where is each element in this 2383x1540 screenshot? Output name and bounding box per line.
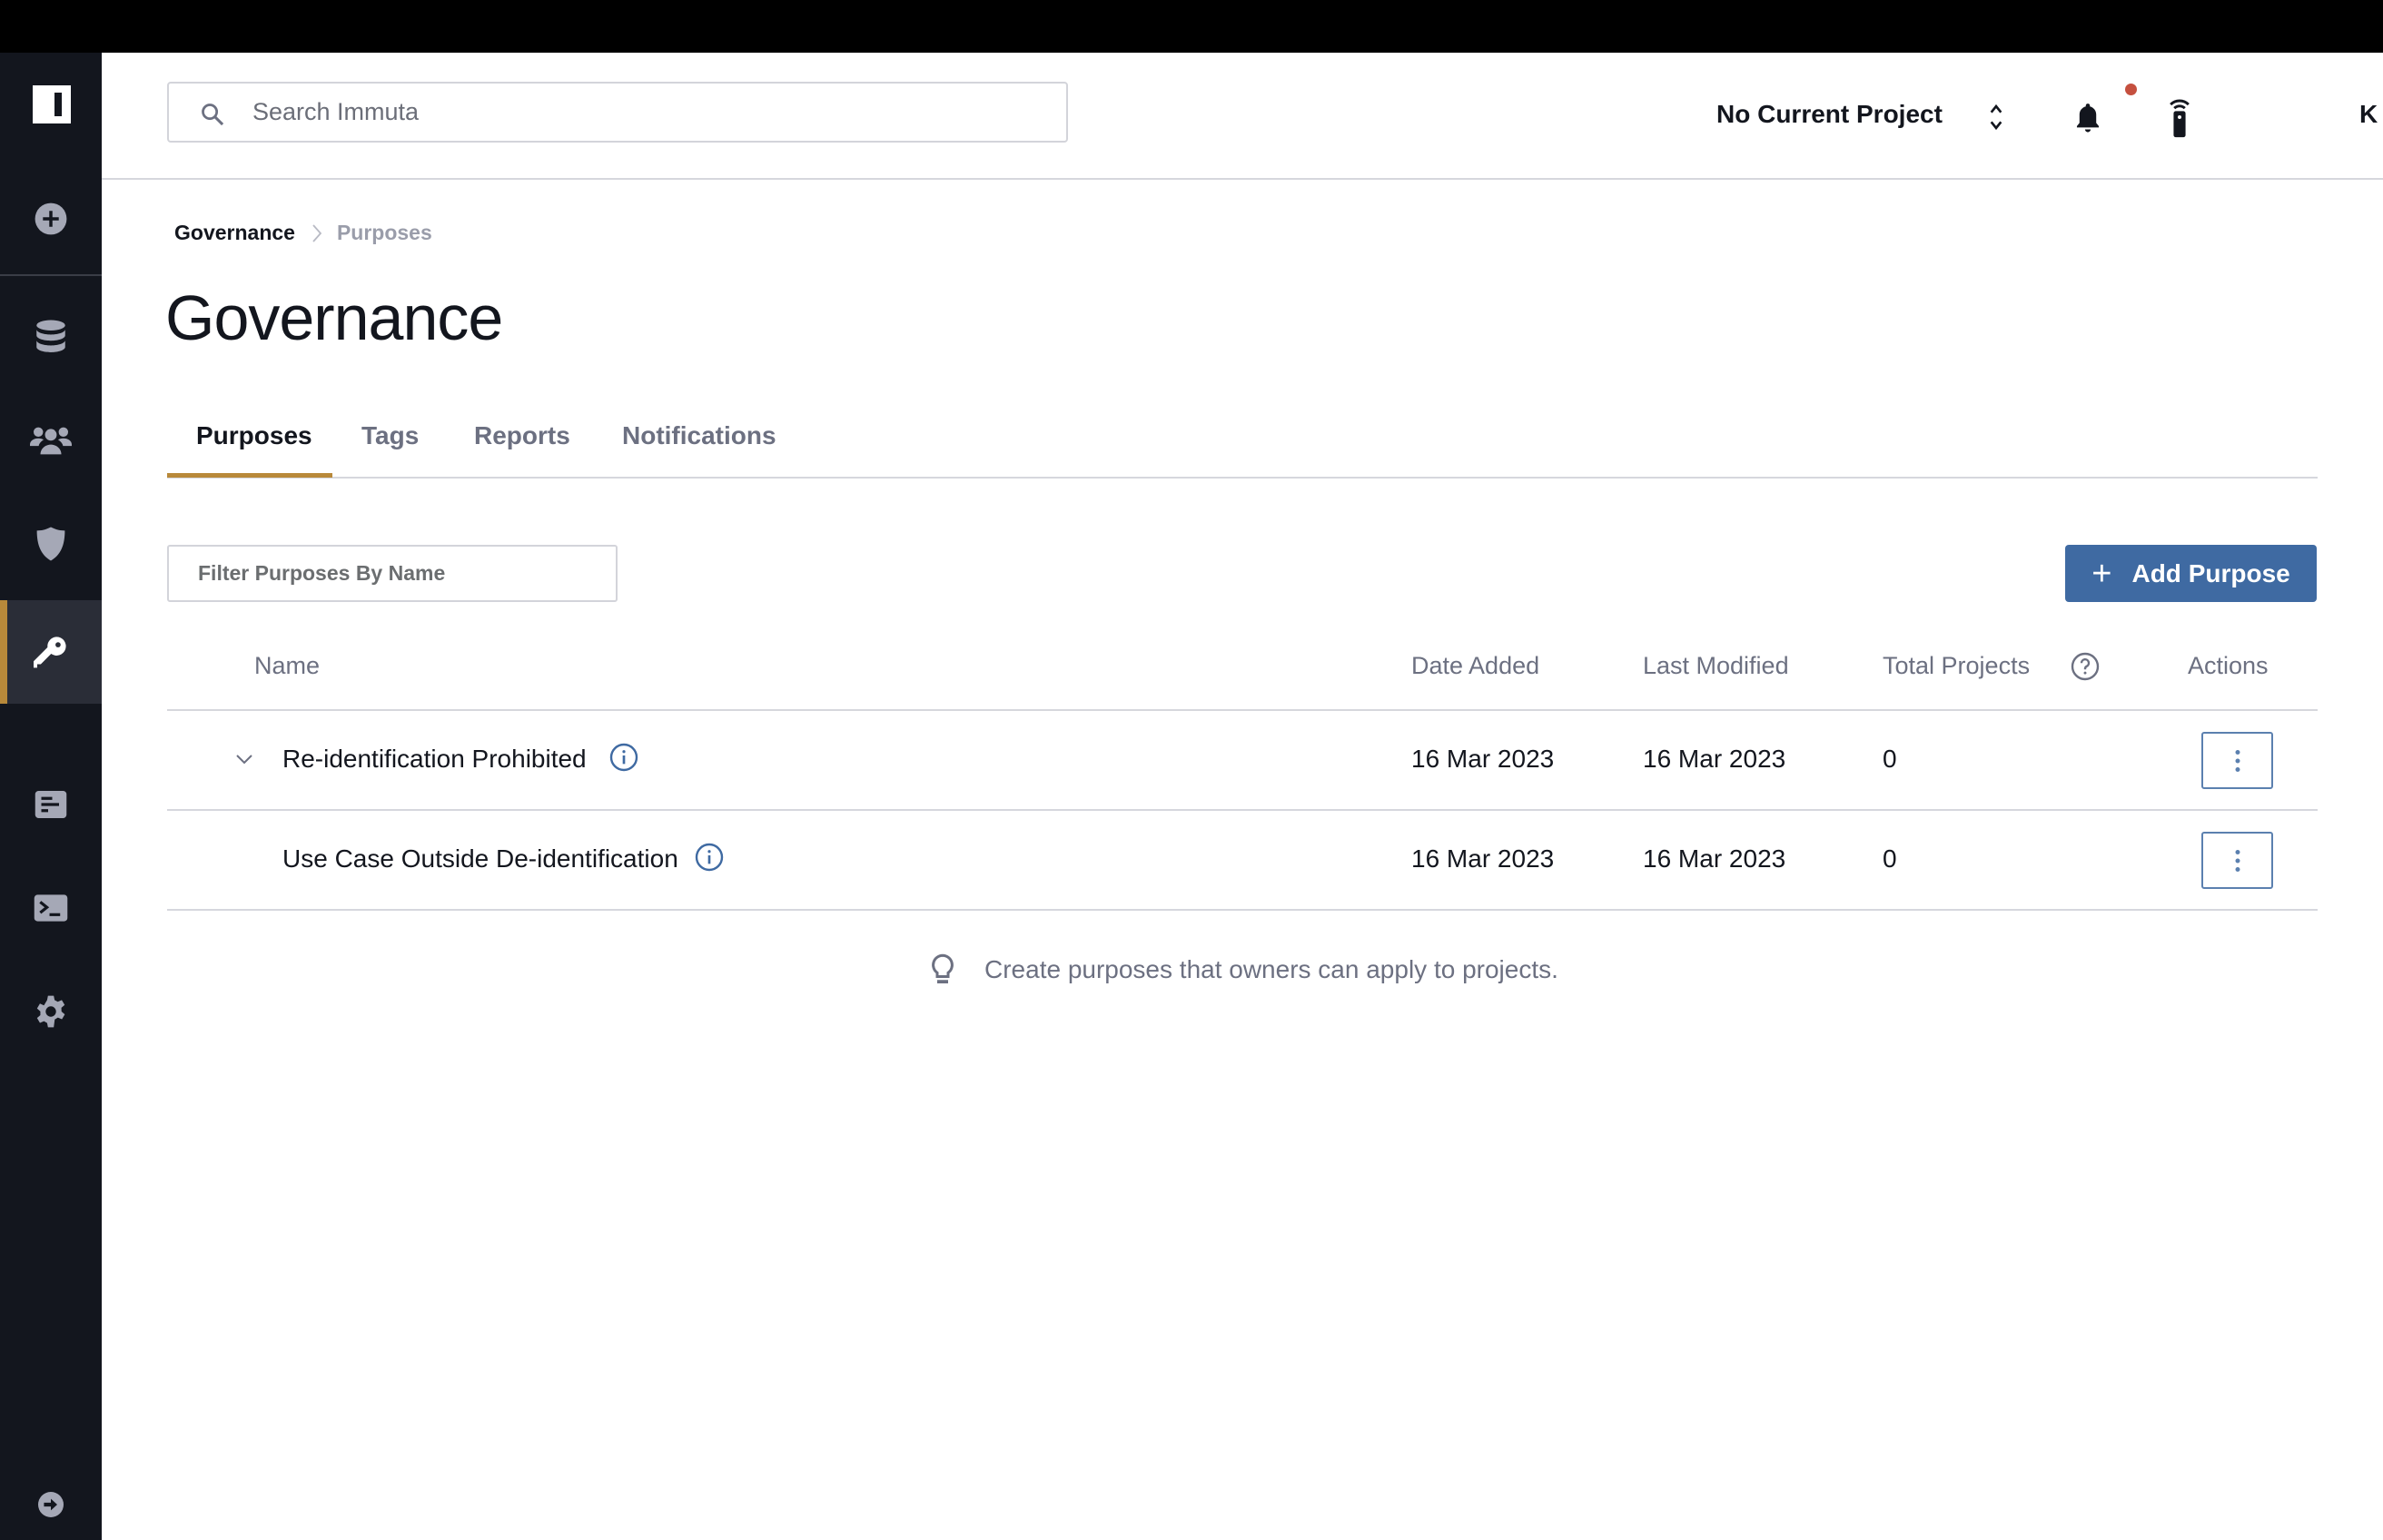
plus-circle-icon bbox=[35, 202, 67, 235]
database-icon bbox=[36, 320, 65, 352]
last-modified: 16 Mar 2023 bbox=[1643, 844, 1786, 873]
gear-icon bbox=[36, 995, 65, 1028]
expand-arrow-icon bbox=[38, 1492, 64, 1517]
plus-icon: + bbox=[2091, 554, 2112, 593]
date-added: 16 Mar 2023 bbox=[1411, 745, 1555, 773]
help-circle-icon[interactable] bbox=[2071, 652, 2100, 681]
add-purpose-button[interactable]: + Add Purpose bbox=[2065, 545, 2317, 602]
info-icon[interactable] bbox=[695, 843, 724, 872]
remote-control-icon[interactable] bbox=[2167, 96, 2192, 138]
sidebar-item-new[interactable] bbox=[0, 187, 102, 251]
tab-tags[interactable]: Tags bbox=[361, 421, 419, 450]
column-header-actions: Actions bbox=[2188, 652, 2269, 679]
info-icon[interactable] bbox=[609, 743, 638, 772]
more-vertical-icon bbox=[2235, 749, 2240, 772]
key-icon bbox=[34, 637, 66, 668]
chevron-up-down-icon[interactable] bbox=[1989, 103, 2003, 132]
column-header-last-modified[interactable]: Last Modified bbox=[1643, 652, 1789, 680]
tab-reports[interactable]: Reports bbox=[474, 421, 570, 450]
empty-hint: Create purposes that owners can apply to… bbox=[930, 953, 1558, 986]
sidebar-item-governance[interactable] bbox=[0, 600, 102, 704]
window-top-bar bbox=[0, 0, 2383, 53]
tab-notifications[interactable]: Notifications bbox=[622, 421, 776, 450]
search-icon bbox=[202, 104, 224, 126]
breadcrumb: Governance Purposes bbox=[174, 221, 432, 245]
last-modified: 16 Mar 2023 bbox=[1643, 745, 1786, 773]
filter-purposes-input[interactable] bbox=[169, 547, 616, 600]
terminal-icon bbox=[34, 894, 68, 922]
global-search[interactable] bbox=[167, 82, 1068, 143]
filter-purposes-field[interactable] bbox=[167, 545, 618, 602]
total-projects: 0 bbox=[1883, 745, 1897, 773]
sidebar-item-people[interactable] bbox=[0, 409, 102, 472]
current-project-selector[interactable]: No Current Project bbox=[1716, 100, 1943, 129]
page-title: Governance bbox=[165, 282, 503, 353]
sidebar-item-query-editor[interactable] bbox=[0, 876, 102, 940]
sidebar-item-data[interactable] bbox=[0, 305, 102, 369]
user-avatar[interactable]: K bbox=[2359, 100, 2378, 129]
notification-badge bbox=[2125, 84, 2137, 95]
column-header-name[interactable]: Name bbox=[254, 652, 320, 680]
notifications-bell-icon[interactable] bbox=[2074, 102, 2101, 133]
tab-purposes[interactable]: Purposes bbox=[196, 421, 312, 450]
column-header-date-added[interactable]: Date Added bbox=[1411, 652, 1539, 680]
sidebar-item-app-settings[interactable] bbox=[0, 980, 102, 1043]
purpose-name[interactable]: Use Case Outside De-identification bbox=[282, 844, 678, 874]
sidebar-item-audit[interactable] bbox=[0, 773, 102, 836]
sidebar-item-policies[interactable] bbox=[0, 512, 102, 576]
more-vertical-icon bbox=[2235, 849, 2240, 872]
sidebar-expand-button[interactable] bbox=[0, 1473, 102, 1536]
hint-text: Create purposes that owners can apply to… bbox=[984, 955, 1558, 983]
row-divider bbox=[167, 809, 2318, 811]
tab-bar: Purposes Tags Reports Notifications bbox=[167, 410, 2318, 479]
sidebar bbox=[0, 53, 102, 1540]
row-divider bbox=[167, 909, 2318, 911]
lightbulb-icon bbox=[932, 953, 954, 983]
sidebar-divider bbox=[0, 274, 102, 276]
shield-icon bbox=[36, 527, 65, 561]
row-actions-button[interactable] bbox=[2201, 832, 2273, 889]
date-added: 16 Mar 2023 bbox=[1411, 844, 1555, 873]
chevron-down-icon[interactable] bbox=[234, 752, 254, 766]
chevron-right-icon bbox=[312, 223, 322, 242]
active-tab-indicator bbox=[167, 473, 332, 478]
row-actions-button[interactable] bbox=[2201, 732, 2273, 789]
top-header: No Current Project K bbox=[102, 53, 2383, 180]
total-projects: 0 bbox=[1883, 844, 1897, 873]
report-icon bbox=[35, 791, 67, 818]
breadcrumb-governance[interactable]: Governance bbox=[174, 221, 295, 245]
immuta-logo[interactable] bbox=[33, 85, 71, 123]
add-purpose-label: Add Purpose bbox=[2131, 558, 2290, 587]
users-icon bbox=[30, 427, 72, 455]
table-header-divider bbox=[167, 709, 2318, 711]
column-header-total-projects[interactable]: Total Projects bbox=[1883, 652, 2030, 680]
purpose-name[interactable]: Re-identification Prohibited bbox=[282, 745, 587, 774]
breadcrumb-purposes: Purposes bbox=[336, 221, 432, 244]
search-input[interactable] bbox=[252, 84, 1052, 141]
